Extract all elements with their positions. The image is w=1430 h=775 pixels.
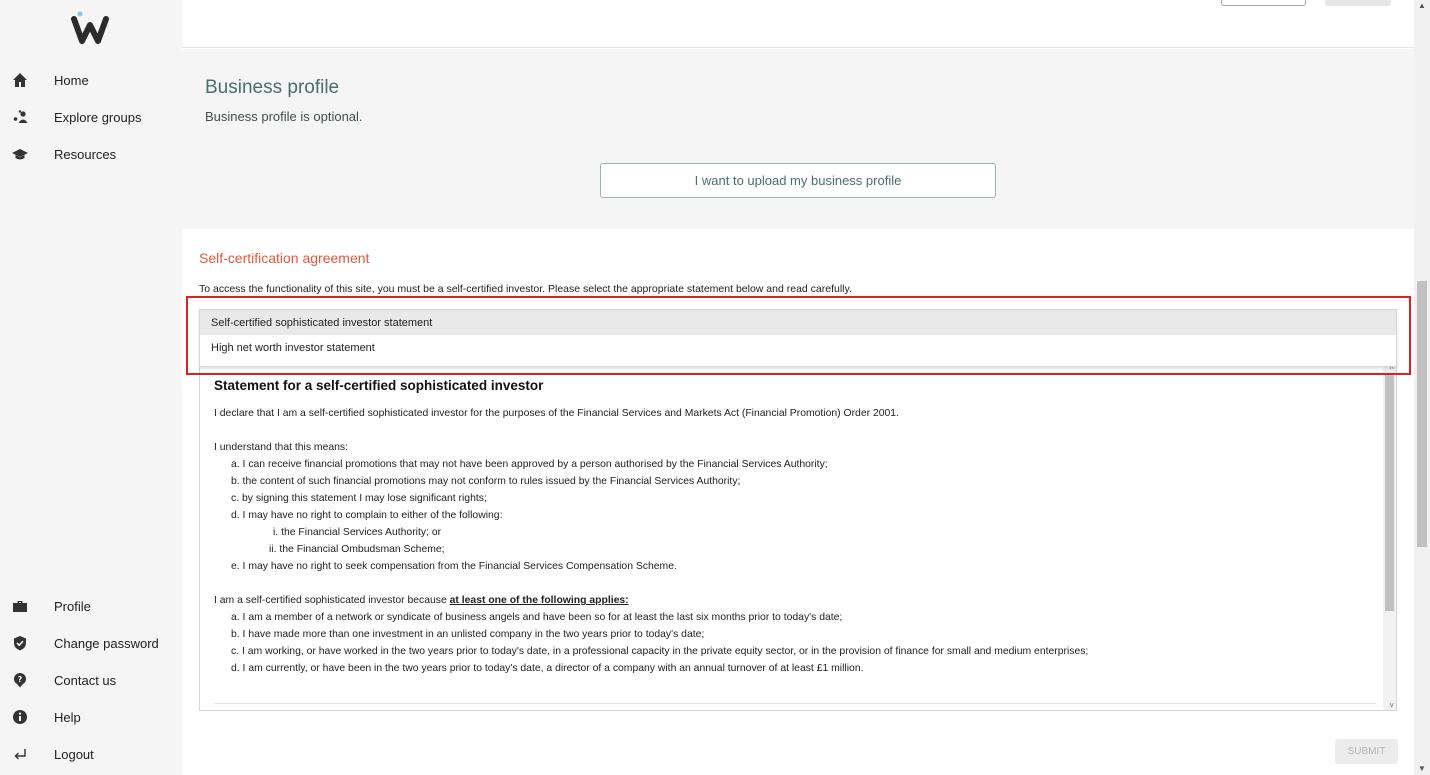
because-item: b. I have made more than one investment … xyxy=(231,629,705,640)
sidebar-item-explore-groups[interactable]: Explore groups xyxy=(0,102,182,132)
sidebar-item-change-password[interactable]: Change password xyxy=(0,628,182,658)
statement-select-dropdown[interactable]: Self-certified sophisticated investor st… xyxy=(199,309,1397,367)
app: Home Explore groups Resources Profile Ch… xyxy=(0,0,1430,775)
logout-icon xyxy=(11,745,29,763)
business-profile-subtitle: Business profile is optional. xyxy=(205,109,363,124)
sidebar-item-logout[interactable]: Logout xyxy=(0,739,182,769)
sidebar: Home Explore groups Resources Profile Ch… xyxy=(0,0,182,775)
sidebar-item-profile[interactable]: Profile xyxy=(0,591,182,621)
sidebar-item-label: Resources xyxy=(54,146,117,162)
understand-intro: I understand that this means: xyxy=(214,442,349,453)
submit-button[interactable]: SUBMIT xyxy=(1335,739,1398,764)
understand-sub-item: ii. the Financial Ombudsman Scheme; xyxy=(269,544,445,555)
because-intro-text: I am a self-certified sophisticated inve… xyxy=(214,595,450,606)
because-item: d. I am currently, or have been in the t… xyxy=(231,663,864,674)
upload-business-profile-button[interactable]: I want to upload my business profile xyxy=(600,163,996,198)
page-scrollbar[interactable]: ▲ ▼ xyxy=(1414,0,1430,775)
because-emphasis: at least one of the following applies: xyxy=(449,595,629,606)
info-icon xyxy=(11,708,29,726)
top-bar xyxy=(182,0,1414,48)
statement-scroll-thumb[interactable] xyxy=(1385,373,1394,611)
scroll-down-arrow-icon[interactable]: ˅ xyxy=(1389,701,1394,710)
sidebar-item-label: Contact us xyxy=(54,672,117,688)
business-profile-section: Business profile Business profile is opt… xyxy=(182,49,1414,229)
groups-icon xyxy=(11,108,29,126)
statement-heading: Statement for a self-certified sophistic… xyxy=(214,378,544,393)
page-scroll-thumb[interactable] xyxy=(1417,281,1427,547)
briefcase-icon xyxy=(11,597,29,615)
understand-item: d. I may have no right to complain to ei… xyxy=(231,510,503,521)
sidebar-item-help[interactable]: Help xyxy=(0,702,182,732)
main-content: Business profile Business profile is opt… xyxy=(182,0,1414,775)
statement-content: Statement for a self-certified sophistic… xyxy=(200,363,1384,710)
sidebar-item-home[interactable]: Home xyxy=(0,65,182,95)
sidebar-item-label: Change password xyxy=(54,635,159,651)
top-outline-button[interactable] xyxy=(1221,0,1306,6)
understand-item: a. I can receive financial promotions th… xyxy=(231,459,828,470)
sidebar-item-label: Logout xyxy=(54,746,94,762)
sidebar-item-label: Explore groups xyxy=(54,109,142,125)
sidebar-item-contact-us[interactable]: ? Contact us xyxy=(0,665,182,695)
statement-declaration: I declare that I am a self-certified sop… xyxy=(214,408,899,419)
shield-icon xyxy=(11,634,29,652)
understand-item: e. I may have no right to seek compensat… xyxy=(231,561,677,572)
page-scroll-down-icon[interactable]: ▼ xyxy=(1418,764,1426,773)
statement-scrollbar[interactable]: ˄ ˅ xyxy=(1383,363,1396,710)
because-item: c. I am working, or have worked in the t… xyxy=(231,646,1089,657)
business-profile-title: Business profile xyxy=(205,77,340,98)
logo-mark xyxy=(71,11,109,44)
because-intro: I am a self-certified sophisticated inve… xyxy=(214,592,1384,609)
graduation-cap-icon xyxy=(11,145,29,163)
sidebar-item-resources[interactable]: Resources xyxy=(0,139,182,169)
self-certification-title: Self-certification agreement xyxy=(199,250,370,266)
home-icon xyxy=(11,71,29,89)
sidebar-item-label: Home xyxy=(54,72,89,88)
logo[interactable] xyxy=(66,5,116,45)
question-icon: ? xyxy=(11,671,29,689)
sidebar-item-label: Help xyxy=(54,709,81,725)
page-scroll-up-icon[interactable]: ▲ xyxy=(1418,1,1426,10)
statement-divider xyxy=(214,703,1376,704)
understand-sub-item: i. the Financial Services Authority; or xyxy=(273,527,442,538)
because-item: a. I am a member of a network or syndica… xyxy=(231,612,843,623)
understand-item: c. by signing this statement I may lose … xyxy=(231,493,487,504)
statement-box[interactable]: Statement for a self-certified sophistic… xyxy=(199,362,1397,711)
top-filled-button[interactable] xyxy=(1325,0,1391,6)
dropdown-option-sophisticated[interactable]: Self-certified sophisticated investor st… xyxy=(200,310,1396,335)
dropdown-option-high-net-worth[interactable]: High net worth investor statement xyxy=(200,335,1396,360)
svg-text:?: ? xyxy=(18,675,23,684)
self-certification-description: To access the functionality of this site… xyxy=(199,283,852,295)
sidebar-item-label: Profile xyxy=(54,598,91,614)
understand-item: b. the content of such financial promoti… xyxy=(231,476,741,487)
